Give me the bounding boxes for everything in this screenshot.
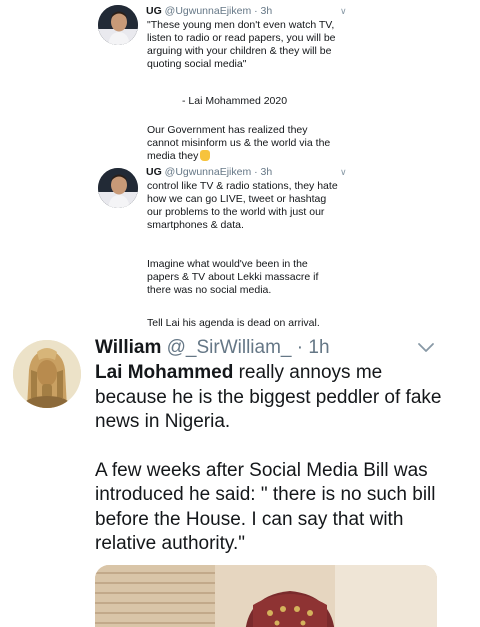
tweet-paragraph: Lai Mohammed really annoys me because he…	[95, 361, 455, 435]
text-line: smartphones & data.	[147, 219, 244, 231]
embedded-tweet-2-text: control like TV & radio stations, they h…	[147, 180, 387, 232]
mention-text: Lai Mohammed	[95, 362, 234, 383]
chevron-down-icon[interactable]	[417, 340, 435, 354]
tweet[interactable]: William @_SirWilliam_ · 1h Lai Mohammed …	[0, 330, 480, 627]
timestamp[interactable]: 1h	[308, 337, 329, 358]
tweet-paragraph: A few weeks after Social Media Bill was …	[95, 459, 436, 555]
separator-dot: ·	[254, 166, 258, 178]
text-line: arguing with your children & they will b…	[147, 45, 332, 57]
embedded-tweet-header: UG @UgwunnaEjikem · 3h	[96, 166, 366, 179]
text-line: control like TV & radio stations, they h…	[147, 180, 338, 192]
separator-dot: ·	[254, 5, 258, 17]
embedded-tweet-header: UG @UgwunnaEjikem · 3h	[96, 5, 366, 18]
text-line: cannot misinform us & the world via the	[147, 137, 331, 149]
pointing-down-emoji-icon	[200, 150, 211, 161]
quote-attribution: - Lai Mohammed 2020	[182, 95, 288, 107]
text-line: how we can go LIVE, tweet or hashtag	[147, 193, 327, 205]
text-line: media they	[147, 150, 387, 163]
text-line: quoting social media"	[147, 58, 247, 70]
text-line: our problems to the world with just our	[147, 206, 325, 218]
text-line: listen to radio or read papers, you will…	[147, 32, 336, 44]
embedded-tweet-2: UG @UgwunnaEjikem · 3h	[96, 166, 366, 179]
attached-photo[interactable]	[95, 565, 437, 627]
text-line: "These young men don't even watch TV,	[147, 19, 335, 31]
embedded-tweet-1-continued: Our Government has realized they cannot …	[147, 124, 387, 163]
author-name: UG	[146, 166, 162, 178]
text-line: papers & TV about Lekki massacre if	[147, 271, 319, 283]
author-name: UG	[146, 5, 162, 17]
separator-dot: ·	[296, 337, 304, 358]
embedded-tweet-1: UG @UgwunnaEjikem · 3h	[96, 5, 366, 18]
chevron-down-icon[interactable]: ∨	[340, 167, 347, 178]
embedded-tweet-2-para3: Tell Lai his agenda is dead on arrival.	[147, 317, 320, 329]
chevron-down-icon[interactable]: ∨	[340, 6, 347, 17]
tweet-header: William @_SirWilliam_ · 1h	[95, 336, 330, 360]
tweet-text: Lai Mohammed really annoys me because he…	[95, 361, 455, 557]
author-handle[interactable]: @_SirWilliam_	[167, 337, 292, 358]
author-handle: @UgwunnaEjikem	[164, 166, 252, 178]
author-handle: @UgwunnaEjikem	[164, 5, 252, 17]
timestamp: 3h	[260, 5, 273, 17]
author-name[interactable]: William	[95, 337, 161, 358]
text-line: Imagine what would've been in the	[147, 258, 308, 270]
avatar[interactable]	[13, 340, 81, 408]
text-line: there was no social media.	[147, 284, 272, 296]
embedded-tweet-2-para2: Imagine what would've been in the papers…	[147, 258, 387, 297]
embedded-screenshot: UG @UgwunnaEjikem · 3h ∨ "These young me…	[0, 0, 480, 338]
text-line: Our Government has realized they	[147, 124, 308, 136]
timestamp: 3h	[260, 166, 273, 178]
text-fragment: media they	[147, 150, 199, 162]
embedded-tweet-1-text: "These young men don't even watch TV, li…	[147, 19, 387, 71]
